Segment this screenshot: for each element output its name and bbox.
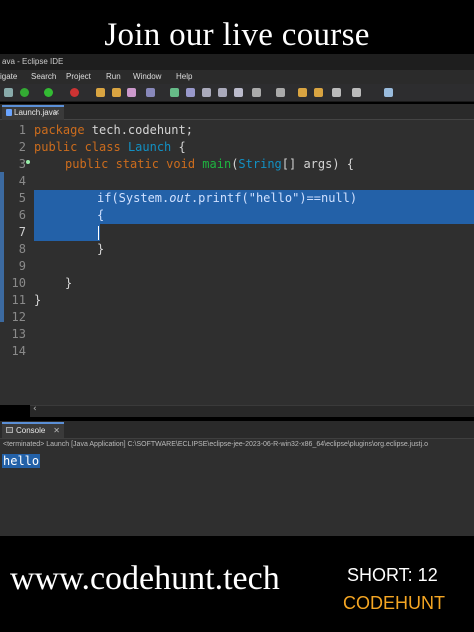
banner-title: Join our live course bbox=[104, 16, 370, 53]
console-output-text: hello bbox=[2, 454, 41, 468]
tab-launch-java[interactable]: Launch.java ✕ bbox=[2, 105, 64, 120]
tab-console[interactable]: Console ✕ bbox=[2, 422, 64, 438]
navigate-back-icon[interactable] bbox=[332, 88, 341, 97]
debug-icon[interactable] bbox=[20, 88, 29, 97]
layout-icon[interactable] bbox=[202, 88, 211, 97]
menu-item-navigate[interactable]: igate bbox=[0, 70, 17, 84]
line-number: 4 bbox=[18, 174, 26, 188]
string-literal: "hello" bbox=[248, 191, 300, 205]
line-number: 12 bbox=[11, 310, 26, 324]
line-number: 14 bbox=[11, 344, 26, 358]
open-type-icon[interactable] bbox=[127, 88, 136, 97]
code-line-5: if(System.out.printf("hello")==null) bbox=[97, 190, 357, 207]
line-number: 1 bbox=[18, 123, 26, 137]
selection-highlight bbox=[34, 224, 100, 241]
editor-horizontal-scrollbar[interactable]: ‹ bbox=[30, 404, 474, 417]
code-line-1: package tech.codehunt; bbox=[34, 122, 193, 139]
editor-tab-strip: Launch.java ✕ bbox=[0, 104, 474, 120]
window-title-bar: ava - Eclipse IDE bbox=[0, 54, 474, 70]
line-number: 3 bbox=[18, 157, 26, 171]
type-name: String bbox=[238, 157, 282, 171]
method-name: main bbox=[202, 157, 232, 171]
close-icon[interactable]: ✕ bbox=[53, 424, 60, 437]
console-icon bbox=[6, 427, 13, 433]
line-number: 11 bbox=[11, 293, 26, 307]
prev-annotation-icon[interactable] bbox=[276, 88, 285, 97]
code-editor[interactable]: 1 2 3 4 5 6 7 8 9 10 11 12 13 14 package… bbox=[0, 120, 474, 405]
console-output-area[interactable]: hello bbox=[0, 450, 474, 536]
perspective-icon[interactable] bbox=[384, 88, 393, 97]
short-number: SHORT: 12 bbox=[347, 565, 438, 585]
edit-icon[interactable] bbox=[186, 88, 195, 97]
line-number: 9 bbox=[18, 259, 26, 273]
toolbar bbox=[0, 84, 474, 102]
annotation-icon[interactable] bbox=[170, 88, 179, 97]
class-name: Launch bbox=[127, 140, 172, 154]
line-number: 6 bbox=[18, 208, 26, 222]
forward-icon[interactable] bbox=[314, 88, 323, 97]
console-tab-strip: Console ✕ bbox=[0, 421, 474, 439]
tab-label: Launch.java bbox=[14, 108, 58, 117]
console-process-status: <terminated> Launch [Java Application] C… bbox=[0, 439, 474, 450]
new-package-icon[interactable] bbox=[96, 88, 105, 97]
back-icon[interactable] bbox=[298, 88, 307, 97]
code-text: )==null) bbox=[299, 191, 358, 205]
code-text: tech.codehunt; bbox=[84, 123, 193, 137]
console-tab-label: Console bbox=[16, 426, 46, 435]
close-icon[interactable]: ✕ bbox=[53, 107, 60, 119]
scroll-left-icon[interactable]: ‹ bbox=[33, 404, 37, 414]
run-icon[interactable] bbox=[44, 88, 53, 97]
code-line-8: } bbox=[97, 242, 105, 256]
navigate-forward-icon[interactable] bbox=[352, 88, 361, 97]
pilcrow-icon[interactable] bbox=[234, 88, 243, 97]
menu-item-run[interactable]: Run bbox=[106, 70, 121, 84]
text-caret bbox=[98, 226, 99, 240]
code-text: { bbox=[171, 140, 186, 154]
line-number: 8 bbox=[18, 242, 26, 256]
brand-name: CODEHUNT bbox=[343, 593, 445, 613]
website-url: www.codehunt.tech bbox=[10, 560, 280, 597]
code-line-3: public static void main(String[] args) { bbox=[65, 156, 354, 173]
line-number: 7 bbox=[18, 225, 26, 239]
menu-item-search[interactable]: Search bbox=[31, 70, 56, 84]
code-text: if(System. bbox=[97, 191, 170, 205]
field-out: out bbox=[169, 191, 191, 205]
override-marker-icon[interactable] bbox=[26, 160, 30, 164]
code-line-2: public class Launch { bbox=[34, 139, 186, 156]
menu-bar: igate Search Project Run Window Help bbox=[0, 70, 474, 84]
line-number: 10 bbox=[11, 276, 26, 290]
code-text: [] args) { bbox=[281, 157, 355, 171]
menu-item-project[interactable]: Project bbox=[66, 70, 91, 84]
line-number: 5 bbox=[18, 191, 26, 205]
code-line-10: } bbox=[65, 276, 73, 290]
block-select-icon[interactable] bbox=[252, 88, 261, 97]
menu-item-help[interactable]: Help bbox=[176, 70, 192, 84]
java-file-icon bbox=[6, 109, 12, 116]
line-number: 2 bbox=[18, 140, 26, 154]
code-line-11: } bbox=[34, 293, 42, 307]
toolbar-arrow-icon[interactable] bbox=[4, 88, 13, 97]
external-tools-icon[interactable] bbox=[70, 88, 79, 97]
code-text: .printf( bbox=[190, 191, 249, 205]
view-icon[interactable] bbox=[218, 88, 227, 97]
code-line-6: { bbox=[97, 208, 105, 222]
keyword: package bbox=[34, 123, 85, 137]
keyword: public class bbox=[34, 140, 121, 154]
new-class-icon[interactable] bbox=[112, 88, 121, 97]
line-number: 13 bbox=[11, 327, 26, 341]
menu-item-window[interactable]: Window bbox=[133, 70, 161, 84]
search-icon[interactable] bbox=[146, 88, 155, 97]
keyword: public static void bbox=[65, 157, 196, 171]
